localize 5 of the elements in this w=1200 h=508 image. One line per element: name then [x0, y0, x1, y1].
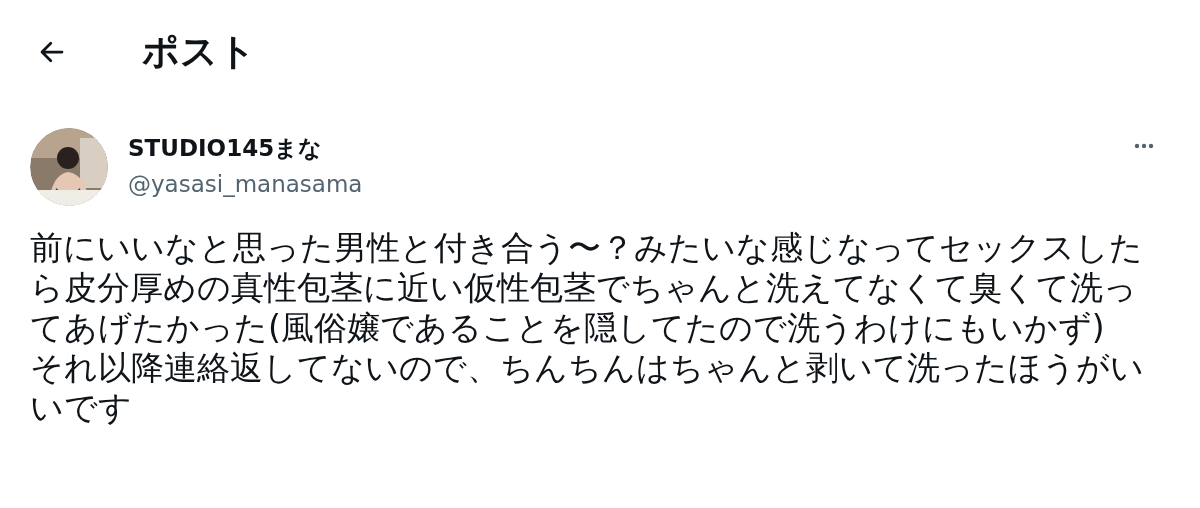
display-name[interactable]: STUDIO145まな — [128, 132, 363, 164]
page-title: ポスト — [142, 29, 256, 76]
post-text: 前にいいなと思った男性と付き合う〜？みたいな感じなってセックスしたら皮分厚めの真性包茎に近い仮性包茎でちゃんと洗えてなくて臭くて洗ってあげたかった(風俗嬢であることを隠してたので洗うわけにもいかず) それ以降連絡返してないので、ちんちんはちゃんと剥いて洗ったほうがいいです — [30, 228, 1145, 428]
user-handle[interactable]: @yasasi_manasama — [128, 168, 363, 200]
more-icon — [1134, 143, 1154, 149]
